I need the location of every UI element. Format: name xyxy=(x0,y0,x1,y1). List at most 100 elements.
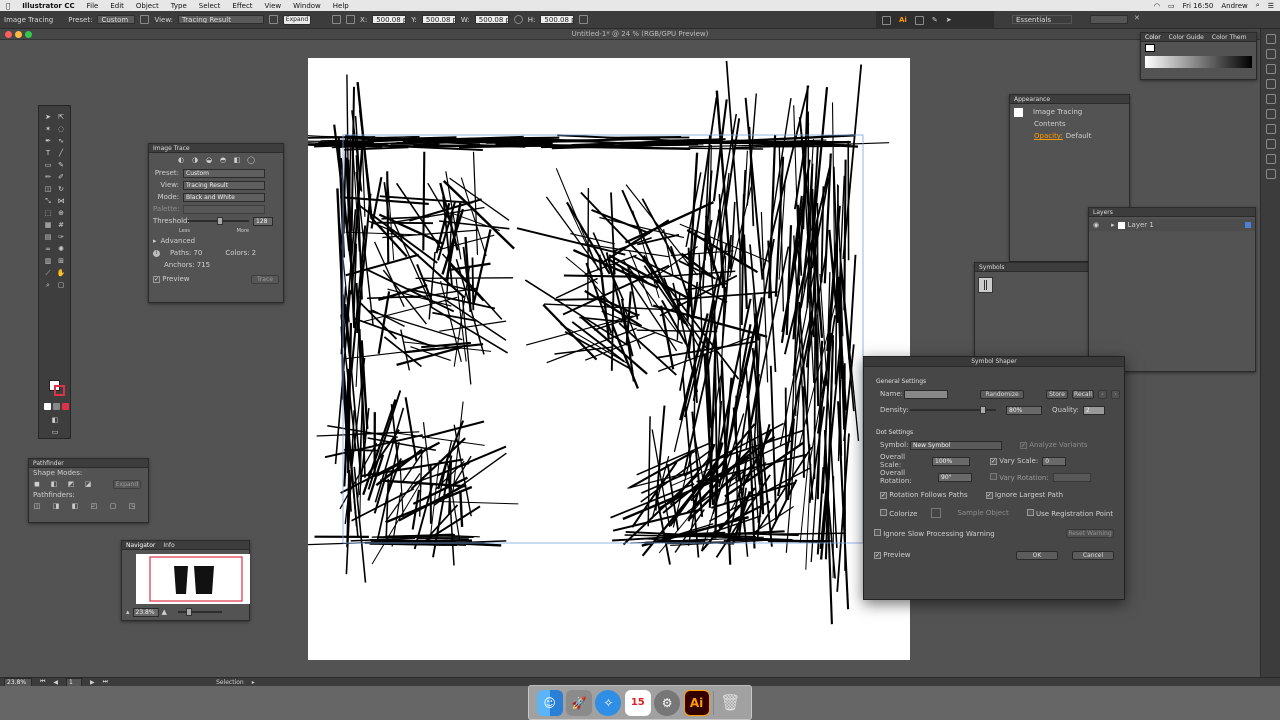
color-panel-icon[interactable] xyxy=(1265,34,1276,44)
menu-edit[interactable]: Edit xyxy=(104,2,130,10)
lasso-tool-icon[interactable]: ◌ xyxy=(56,124,66,134)
grayscale-icon[interactable]: ◓ xyxy=(219,156,227,164)
launchpad-icon[interactable]: 🚀 xyxy=(566,689,593,716)
type-tool-icon[interactable]: T xyxy=(43,148,53,158)
trace-panel-icon[interactable] xyxy=(140,15,150,24)
layer-visibility-icon[interactable]: ◉ xyxy=(1093,221,1099,229)
menu-object[interactable]: Object xyxy=(130,2,165,10)
navigator-preview[interactable] xyxy=(136,554,250,604)
arrange-icon[interactable] xyxy=(914,15,924,25)
rotate-tool-icon[interactable]: ↻ xyxy=(56,184,66,194)
illustrator-icon[interactable]: Ai xyxy=(683,689,710,716)
ignore-slow-warning-checkbox[interactable] xyxy=(874,528,881,536)
appearance-contents[interactable]: Contents xyxy=(1034,120,1066,128)
artboard-tool-icon[interactable]: ⊞ xyxy=(56,256,66,266)
next-artboard-icon[interactable]: ▶ xyxy=(90,679,95,686)
calendar-icon[interactable]: 15 xyxy=(624,689,651,716)
next-preset-button[interactable]: › xyxy=(1111,389,1120,399)
perspective-grid-tool-icon[interactable]: ▦ xyxy=(43,220,53,230)
pencil-tool-icon[interactable]: ✐ xyxy=(56,172,66,182)
overall-rotation-field[interactable]: 90° xyxy=(938,472,972,482)
trace-button[interactable]: Trace xyxy=(251,274,279,284)
artboard[interactable] xyxy=(308,58,910,660)
transparency-icon[interactable] xyxy=(1265,124,1276,134)
status-menu-icon[interactable]: ▸ xyxy=(252,679,255,686)
hand-tool-icon[interactable]: ✋ xyxy=(56,268,66,278)
control-preset-dropdown[interactable]: Custom xyxy=(97,15,136,24)
status-tool-label[interactable]: Selection xyxy=(216,679,244,686)
color-mode-icon[interactable] xyxy=(44,403,51,410)
trace-preset-dropdown[interactable]: Custom xyxy=(183,168,265,178)
w-field[interactable]: 500.08 px xyxy=(474,15,509,24)
rotation-follows-paths-checkbox[interactable]: ✓ xyxy=(880,492,887,499)
menu-app-name[interactable]: Illustrator CC xyxy=(16,2,80,10)
magic-wand-tool-icon[interactable]: ✶ xyxy=(43,124,53,134)
send-icon[interactable]: ➤ xyxy=(946,16,952,24)
shaper-tool-icon[interactable]: ✏ xyxy=(43,172,53,182)
search-stock-input[interactable] xyxy=(1090,15,1128,24)
recall-button[interactable]: Recall xyxy=(1072,389,1094,399)
tab-navigator[interactable]: Navigator xyxy=(126,542,155,549)
trash-icon[interactable]: 🗑 xyxy=(717,690,743,716)
spotlight-icon[interactable]: ⌕ xyxy=(1256,1,1260,10)
name-field[interactable] xyxy=(904,389,948,399)
layer-row[interactable]: ◉ ▸ Layer 1 xyxy=(1089,219,1255,231)
workspace-switcher[interactable]: Essentials xyxy=(1012,15,1072,24)
low-color-icon[interactable]: ◒ xyxy=(205,156,213,164)
layer-expand-icon[interactable]: ▸ xyxy=(1111,221,1115,229)
layers-icon[interactable] xyxy=(1265,169,1276,179)
mesh-tool-icon[interactable]: # xyxy=(56,220,66,230)
last-artboard-icon[interactable]: ⏭ xyxy=(103,678,108,686)
symbols-icon[interactable] xyxy=(1265,79,1276,89)
control-expand-button[interactable]: Expand xyxy=(283,14,312,25)
minus-back-icon[interactable]: ◳ xyxy=(128,502,136,510)
colorize-swatch[interactable] xyxy=(931,508,942,518)
menu-type[interactable]: Type xyxy=(165,2,193,10)
unite-icon[interactable]: ◼ xyxy=(33,480,41,488)
intersect-icon[interactable]: ◩ xyxy=(67,480,75,488)
blend-tool-icon[interactable]: ∞ xyxy=(43,244,53,254)
gradient-mode-icon[interactable] xyxy=(53,403,60,410)
notification-icon[interactable]: ☰ xyxy=(1268,2,1274,10)
eye-icon[interactable] xyxy=(269,15,279,24)
reset-warning-button[interactable]: Reset Warning xyxy=(1066,528,1114,538)
first-artboard-icon[interactable]: ⏮ xyxy=(40,678,45,686)
vary-rotation-field[interactable] xyxy=(1052,472,1091,482)
density-slider[interactable] xyxy=(910,406,996,414)
trace-mode-dropdown[interactable]: Black and White xyxy=(183,192,265,202)
column-graph-tool-icon[interactable]: ▥ xyxy=(43,256,53,266)
direct-selection-tool-icon[interactable]: ⇱ xyxy=(56,112,66,122)
ai-badge-icon[interactable]: Ai xyxy=(899,16,907,24)
quality-field[interactable]: 2 xyxy=(1082,405,1105,415)
disclosure-triangle-icon[interactable]: ▸ xyxy=(153,237,157,245)
menu-help[interactable]: Help xyxy=(327,2,355,10)
advanced-toggle[interactable]: ▸ Advanced xyxy=(149,235,283,247)
eyedropper-tool-icon[interactable]: ✑ xyxy=(56,232,66,242)
vary-scale-field[interactable]: 0 xyxy=(1042,456,1067,466)
system-preferences-icon[interactable]: ⚙ xyxy=(654,689,681,716)
color-spectrum[interactable] xyxy=(1145,56,1252,68)
rectangle-tool-icon[interactable]: ▭ xyxy=(43,160,53,170)
transform-icon[interactable] xyxy=(346,15,356,24)
zoom-window-icon[interactable] xyxy=(25,31,32,38)
zoom-in-icon[interactable]: ▲ xyxy=(162,608,167,616)
close-window-icon[interactable] xyxy=(5,31,12,38)
use-registration-point-checkbox[interactable] xyxy=(1026,508,1034,516)
high-color-icon[interactable]: ◑ xyxy=(191,156,199,164)
colorize-checkbox[interactable] xyxy=(880,508,887,516)
prev-preset-button[interactable]: ‹ xyxy=(1098,389,1107,399)
selection-tool-icon[interactable]: ➤ xyxy=(43,112,53,122)
cancel-button[interactable]: Cancel xyxy=(1072,550,1114,560)
fill-stroke-icon[interactable] xyxy=(1145,44,1155,52)
menu-effect[interactable]: Effect xyxy=(226,2,258,10)
menubar-user[interactable]: Andrew xyxy=(1221,2,1247,10)
zoom-out-icon[interactable]: ▴ xyxy=(126,608,130,616)
align-icon[interactable] xyxy=(332,15,342,24)
x-field[interactable]: 500.08 px xyxy=(372,15,407,24)
menu-view[interactable]: View xyxy=(259,2,288,10)
scale-tool-icon[interactable]: ⤡ xyxy=(43,196,53,206)
more-options-icon[interactable] xyxy=(579,15,589,24)
brush-icon[interactable]: ✎ xyxy=(932,16,938,24)
screen-mode-icon[interactable]: ▭ xyxy=(50,427,60,437)
paintbrush-tool-icon[interactable]: ✎ xyxy=(56,160,66,170)
